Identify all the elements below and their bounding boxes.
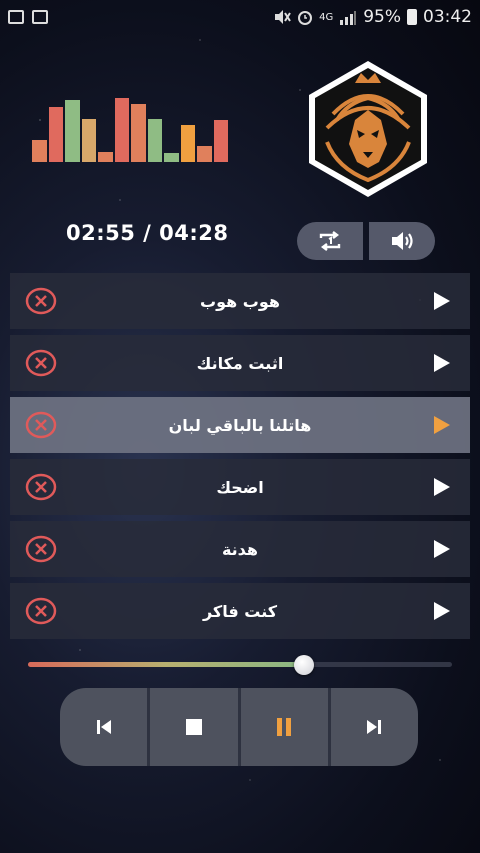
equalizer-bar [131, 103, 146, 162]
equalizer-bar [180, 125, 195, 162]
play-icon[interactable] [434, 292, 450, 310]
equalizer-bar [65, 99, 80, 162]
pause-icon [277, 718, 292, 736]
track-title: هاتلنا بالباقي لبان [168, 415, 312, 435]
equalizer-bar [48, 107, 63, 162]
track-title: اضحك [216, 477, 264, 497]
delete-icon[interactable] [25, 473, 57, 501]
delete-icon[interactable] [25, 349, 57, 377]
track-title: هوب هوب [200, 291, 280, 311]
next-icon [367, 720, 382, 734]
track-title: كنت فاكر [202, 601, 278, 621]
next-button[interactable] [327, 688, 418, 766]
playlist-row[interactable]: كنت فاكر [10, 583, 470, 639]
playlist-row[interactable]: هوب هوب [10, 273, 470, 329]
image-notification-icon [32, 10, 48, 24]
status-bar: 4G 95% 03:42 [0, 0, 480, 34]
lion-logo-icon [309, 61, 427, 197]
equalizer-bar [98, 152, 113, 162]
track-title: هدنة [221, 539, 259, 559]
equalizer-bar [164, 153, 179, 162]
playlist-row[interactable]: هدنة [10, 521, 470, 577]
equalizer-visualizer [32, 96, 232, 162]
seek-bar[interactable] [28, 655, 452, 675]
play-icon[interactable] [434, 540, 450, 558]
equalizer-bar [32, 140, 47, 162]
seek-fill [28, 662, 304, 667]
battery-icon [407, 9, 417, 25]
play-icon[interactable] [434, 416, 450, 434]
track-title: اثبت مكانك [196, 353, 284, 373]
delete-icon[interactable] [25, 411, 57, 439]
seek-thumb[interactable] [293, 655, 314, 675]
pause-button[interactable] [237, 688, 328, 766]
equalizer-bar [147, 119, 162, 162]
track-time: 02:55 / 04:28 [66, 221, 229, 245]
network-type: 4G [319, 11, 334, 23]
stop-icon [185, 719, 202, 735]
delete-icon[interactable] [25, 597, 57, 625]
play-icon[interactable] [434, 354, 450, 372]
clock: 03:42 [423, 7, 472, 27]
previous-button[interactable] [60, 688, 147, 766]
battery-percent: 95% [363, 7, 401, 27]
previous-icon [96, 720, 111, 734]
equalizer-bar [114, 97, 129, 162]
playback-controls [60, 688, 418, 766]
equalizer-bar [213, 119, 228, 162]
mute-icon [275, 10, 291, 24]
delete-icon[interactable] [25, 287, 57, 315]
playlist-row[interactable]: اثبت مكانك [10, 335, 470, 391]
play-icon[interactable] [434, 478, 450, 496]
repeat-one-icon [319, 231, 341, 251]
repeat-button[interactable] [297, 222, 363, 260]
signal-icon [340, 11, 357, 25]
alarm-icon [298, 11, 313, 25]
gallery-notification-icon [8, 10, 24, 24]
toggle-group [297, 222, 435, 260]
volume-button[interactable] [369, 222, 435, 260]
playlist-row[interactable]: اضحك [10, 459, 470, 515]
equalizer-bar [197, 145, 212, 162]
playlist-row[interactable]: هاتلنا بالباقي لبان [10, 397, 470, 453]
equalizer-bar [81, 119, 96, 162]
play-icon[interactable] [434, 602, 450, 620]
stop-button[interactable] [147, 688, 237, 766]
playlist: هوب هوب اثبت مكانك هاتلنا بالباقي لبان اضحك… [10, 273, 470, 645]
delete-icon[interactable] [25, 535, 57, 563]
volume-icon [392, 232, 413, 250]
